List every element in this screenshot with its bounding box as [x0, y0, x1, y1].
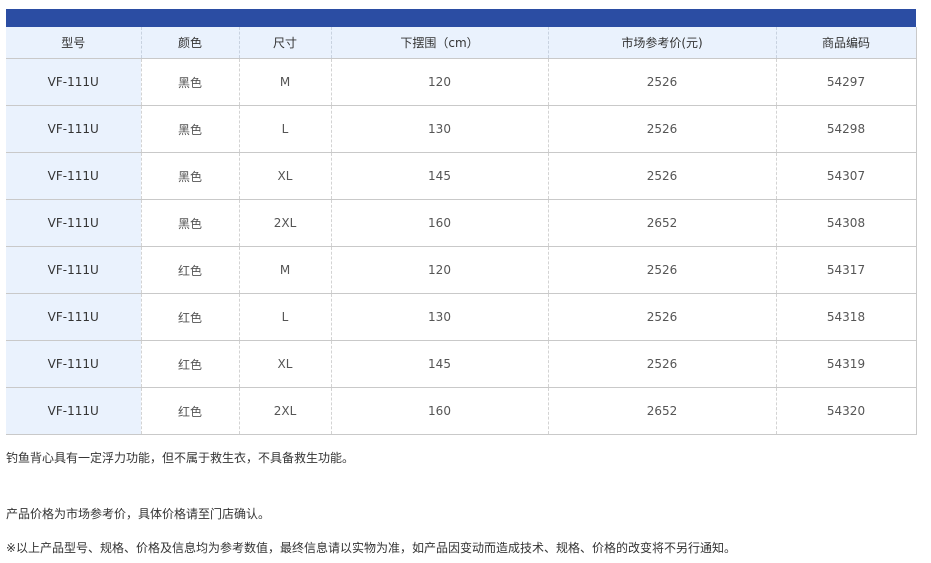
table-row: VF-111U 红色 M 120 2526 54317 [6, 246, 917, 294]
cell-hem: 160 [331, 199, 549, 247]
cell-hem: 120 [331, 58, 549, 106]
cell-size: M [239, 246, 332, 294]
cell-color: 红色 [141, 246, 240, 294]
cell-size: L [239, 293, 332, 341]
cell-model: VF-111U [6, 387, 142, 435]
cell-size: M [239, 58, 332, 106]
table-row: VF-111U 黑色 L 130 2526 54298 [6, 105, 917, 153]
cell-hem: 160 [331, 387, 549, 435]
cell-code: 54298 [776, 105, 917, 153]
cell-model: VF-111U [6, 152, 142, 200]
header-color: 颜色 [141, 27, 240, 59]
cell-code: 54319 [776, 340, 917, 388]
cell-code: 54320 [776, 387, 917, 435]
cell-code: 54307 [776, 152, 917, 200]
table-row: VF-111U 红色 L 130 2526 54318 [6, 293, 917, 341]
header-price: 市场参考价(元) [548, 27, 777, 59]
cell-price: 2652 [548, 199, 777, 247]
cell-color: 黑色 [141, 105, 240, 153]
cell-size: XL [239, 152, 332, 200]
cell-price: 2526 [548, 152, 777, 200]
cell-size: L [239, 105, 332, 153]
table-row: VF-111U 黑色 XL 145 2526 54307 [6, 152, 917, 200]
cell-color: 黑色 [141, 58, 240, 106]
note-price: 产品价格为市场参考价，具体价格请至门店确认。 [6, 507, 271, 521]
cell-size: XL [239, 340, 332, 388]
cell-code: 54317 [776, 246, 917, 294]
table-row: VF-111U 红色 XL 145 2526 54319 [6, 340, 917, 388]
cell-price: 2652 [548, 387, 777, 435]
cell-model: VF-111U [6, 199, 142, 247]
cell-model: VF-111U [6, 246, 142, 294]
cell-color: 红色 [141, 387, 240, 435]
cell-code: 54308 [776, 199, 917, 247]
cell-code: 54297 [776, 58, 917, 106]
product-spec-table: 型号 颜色 尺寸 下摆围（cm） 市场参考价(元) 商品编码 VF-111U 黑色… [6, 27, 917, 435]
cell-price: 2526 [548, 105, 777, 153]
cell-price: 2526 [548, 340, 777, 388]
cell-size: 2XL [239, 387, 332, 435]
table-row: VF-111U 黑色 M 120 2526 54297 [6, 58, 917, 106]
note-buoyancy: 钓鱼背心具有一定浮力功能，但不属于救生衣，不具备救生功能。 [6, 451, 355, 465]
cell-code: 54318 [776, 293, 917, 341]
note-disclaimer: ※以上产品型号、规格、价格及信息均为参考数值，最终信息请以实物为准，如产品因变动… [6, 541, 737, 555]
cell-model: VF-111U [6, 340, 142, 388]
cell-model: VF-111U [6, 105, 142, 153]
header-hem: 下摆围（cm） [331, 27, 549, 59]
cell-hem: 145 [331, 152, 549, 200]
table-row: VF-111U 黑色 2XL 160 2652 54308 [6, 199, 917, 247]
cell-color: 黑色 [141, 152, 240, 200]
cell-color: 黑色 [141, 199, 240, 247]
cell-price: 2526 [548, 246, 777, 294]
header-code: 商品编码 [776, 27, 917, 59]
cell-hem: 130 [331, 293, 549, 341]
cell-price: 2526 [548, 293, 777, 341]
cell-model: VF-111U [6, 58, 142, 106]
cell-model: VF-111U [6, 293, 142, 341]
table-header-row: 型号 颜色 尺寸 下摆围（cm） 市场参考价(元) 商品编码 [6, 27, 917, 59]
cell-hem: 120 [331, 246, 549, 294]
header-size: 尺寸 [239, 27, 332, 59]
cell-color: 红色 [141, 340, 240, 388]
cell-color: 红色 [141, 293, 240, 341]
table-top-bar [6, 9, 916, 27]
cell-size: 2XL [239, 199, 332, 247]
header-model: 型号 [6, 27, 142, 59]
cell-price: 2526 [548, 58, 777, 106]
table-row: VF-111U 红色 2XL 160 2652 54320 [6, 387, 917, 435]
cell-hem: 130 [331, 105, 549, 153]
cell-hem: 145 [331, 340, 549, 388]
